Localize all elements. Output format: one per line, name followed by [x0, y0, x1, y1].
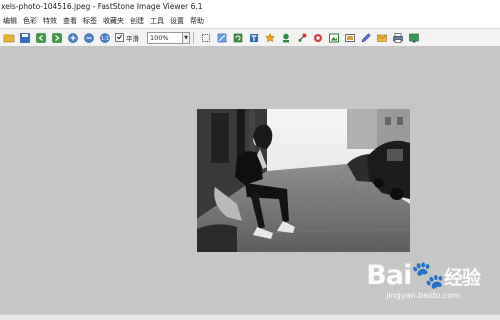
slideshow-icon[interactable] — [344, 32, 356, 44]
menu-create[interactable]: 创建 — [127, 14, 147, 28]
red-eye-icon[interactable] — [296, 32, 308, 44]
smooth-label: 平滑 — [126, 34, 139, 43]
menu-settings[interactable]: 设置 — [167, 14, 187, 28]
prev-icon[interactable] — [35, 32, 47, 44]
toolbar-divider — [193, 31, 194, 44]
save-icon[interactable] — [19, 32, 31, 44]
actual-size-icon[interactable]: 1:1 — [99, 32, 111, 44]
menu-color[interactable]: 色彩 — [20, 14, 40, 28]
frame-icon[interactable] — [328, 32, 340, 44]
image-viewport[interactable]: Bai🐾经验 jingyan.baidu.com — [0, 46, 500, 314]
toolbar: 1:1 平滑 100% ▼ — [0, 28, 500, 47]
rotate-icon[interactable] — [232, 32, 244, 44]
smooth-checkbox[interactable]: 平滑 — [115, 33, 139, 43]
draw-icon[interactable] — [360, 32, 372, 44]
zoom-in-icon[interactable] — [67, 32, 79, 44]
menu-help[interactable]: 帮助 — [187, 14, 207, 28]
zoom-out-icon[interactable] — [83, 32, 95, 44]
color-icon[interactable] — [280, 32, 292, 44]
baidu-watermark: Bai🐾经验 jingyan.baidu.com — [366, 260, 481, 300]
next-icon[interactable] — [51, 32, 63, 44]
menu-view[interactable]: 查看 — [60, 14, 80, 28]
text-icon[interactable] — [248, 32, 260, 44]
menu-effects[interactable]: 特效 — [40, 14, 60, 28]
checkbox-box[interactable] — [115, 33, 124, 42]
print-icon[interactable] — [392, 32, 404, 44]
title-bar: xels-photo-104516.jpeg - FastStone Image… — [0, 0, 500, 14]
baidu-logo: Bai🐾经验 — [366, 260, 481, 291]
menu-favorites[interactable]: 收藏夹 — [100, 14, 127, 28]
adjust-icon[interactable] — [264, 32, 276, 44]
menu-edit[interactable]: 编辑 — [0, 14, 20, 28]
watermark-url: jingyan.baidu.com — [386, 291, 461, 300]
effects-icon[interactable] — [312, 32, 324, 44]
zoom-select[interactable]: 100% — [147, 31, 183, 44]
menu-tags[interactable]: 标签 — [80, 14, 100, 28]
menu-bar: 编辑 色彩 特效 查看 标签 收藏夹 创建 工具 设置 帮助 — [0, 14, 500, 28]
open-icon[interactable] — [3, 32, 15, 44]
svg-text:1:1: 1:1 — [101, 36, 109, 42]
crop-icon[interactable] — [200, 32, 212, 44]
wallpaper-icon[interactable] — [408, 32, 420, 44]
window-title: xels-photo-104516.jpeg - FastStone Image… — [1, 2, 203, 11]
chevron-down-icon[interactable]: ▼ — [183, 31, 190, 44]
resize-icon[interactable] — [216, 32, 228, 44]
status-bar — [0, 314, 500, 320]
menu-tools[interactable]: 工具 — [147, 14, 167, 28]
displayed-photo — [197, 109, 410, 252]
email-icon[interactable] — [376, 32, 388, 44]
